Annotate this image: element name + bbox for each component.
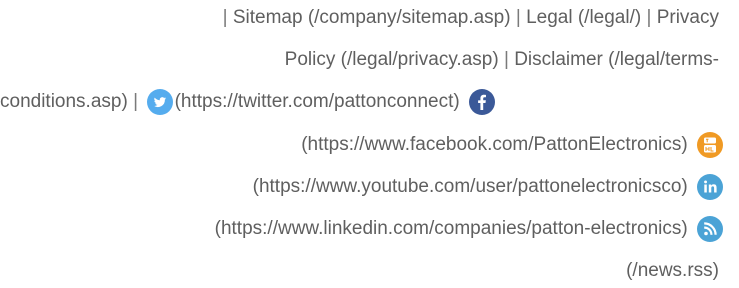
- sitemap-link[interactable]: Sitemap (/company/sitemap.asp): [233, 7, 511, 28]
- rss-icon[interactable]: [697, 215, 723, 242]
- facebook-link[interactable]: (https://www.facebook.com/PattonElectron…: [301, 134, 688, 155]
- footer-line-7: (/news.rss): [626, 255, 719, 287]
- footer-line-4: (https://www.facebook.com/PattonElectron…: [301, 129, 723, 161]
- youtube-icon[interactable]: [697, 131, 723, 158]
- separator: |: [222, 7, 228, 28]
- twitter-icon[interactable]: [147, 88, 174, 115]
- linkedin-link[interactable]: (https://www.linkedin.com/companies/patt…: [215, 218, 688, 239]
- rss-link[interactable]: (/news.rss): [626, 260, 719, 281]
- legal-link[interactable]: Legal (/legal/): [526, 7, 641, 28]
- disclaimer-link-part1[interactable]: Disclaimer (/legal/terms-: [514, 49, 719, 70]
- separator: |: [646, 7, 652, 28]
- privacy-link-part2[interactable]: Policy (/legal/privacy.asp): [285, 49, 499, 70]
- footer-line-3: conditions.asp) | (https://twitter.com/p…: [0, 86, 495, 118]
- privacy-link-part1[interactable]: Privacy: [657, 7, 719, 28]
- youtube-link[interactable]: (https://www.youtube.com/user/pattonelec…: [253, 176, 688, 197]
- separator: |: [503, 49, 509, 70]
- separator: |: [133, 91, 139, 112]
- footer-line-2: Policy (/legal/privacy.asp) | Disclaimer…: [285, 44, 719, 76]
- disclaimer-link-part2[interactable]: conditions.asp): [0, 91, 128, 112]
- separator: |: [515, 7, 521, 28]
- footer-line-5: (https://www.youtube.com/user/pattonelec…: [253, 171, 723, 203]
- twitter-link[interactable]: (https://twitter.com/pattonconnect): [175, 91, 460, 112]
- footer-line-1: | Sitemap (/company/sitemap.asp) | Legal…: [223, 2, 719, 34]
- facebook-icon[interactable]: [469, 88, 495, 115]
- linkedin-icon[interactable]: [697, 173, 723, 200]
- footer-line-6: (https://www.linkedin.com/companies/patt…: [215, 213, 723, 245]
